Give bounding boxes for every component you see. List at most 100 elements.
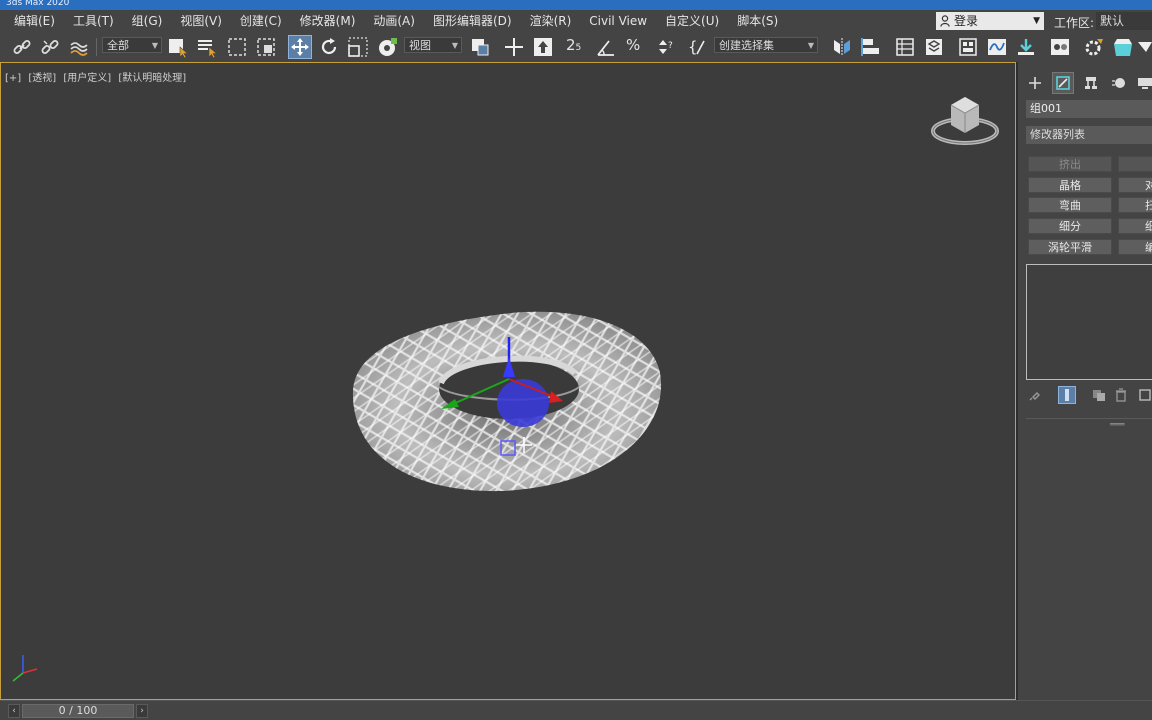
show-end-result-button[interactable] <box>1058 386 1076 404</box>
menu-animation[interactable]: 动画(A) <box>364 10 424 32</box>
display-icon <box>1138 78 1152 89</box>
modifier-button-turbosmooth[interactable]: 涡轮平滑 <box>1028 239 1112 255</box>
pivot-button[interactable] <box>468 35 492 59</box>
rotate-button[interactable] <box>317 35 341 59</box>
selection-filter-dropdown[interactable]: 全部 ▼ <box>102 37 162 53</box>
modifier-stack-list[interactable] <box>1026 264 1152 380</box>
login-dropdown[interactable]: 登录 ▼ <box>936 12 1044 30</box>
viewport-menu-plus[interactable]: [+] <box>5 73 21 84</box>
viewport-point-of-view[interactable]: [透视] <box>28 73 56 84</box>
tab-create[interactable] <box>1024 72 1046 94</box>
render-frame-button[interactable] <box>1111 35 1135 59</box>
title-bar: 3ds Max 2020 <box>0 0 1152 10</box>
modifier-button-lattice[interactable]: 晶格 <box>1028 177 1112 193</box>
menu-civil-view[interactable]: Civil View <box>580 10 656 32</box>
workspace-dropdown[interactable]: 默认 <box>1096 12 1152 30</box>
pin-stack-button[interactable] <box>1026 386 1044 404</box>
modifier-list-dropdown[interactable]: 修改器列表 <box>1026 126 1152 144</box>
selection-filter-value: 全部 <box>107 39 129 52</box>
tab-hierarchy[interactable] <box>1080 72 1102 94</box>
pivot-icon <box>472 39 489 56</box>
material-editor-button[interactable] <box>1048 35 1072 59</box>
configure-icon <box>1139 389 1151 401</box>
modifier-button-extrude[interactable]: 挤出 <box>1028 156 1112 172</box>
placement-button[interactable] <box>375 35 399 59</box>
tab-motion[interactable] <box>1108 72 1130 94</box>
layer-explorer-button[interactable] <box>922 35 946 59</box>
render-button[interactable] <box>1136 35 1152 59</box>
modifier-button-right-2[interactable]: 扫 <box>1118 197 1152 213</box>
remove-modifier-button[interactable] <box>1112 386 1130 404</box>
modifier-button-right-3[interactable]: 细 <box>1118 218 1152 234</box>
user-icon <box>940 15 950 27</box>
mirror-button[interactable] <box>830 35 854 59</box>
menu-graph-editors[interactable]: 图形编辑器(D) <box>424 10 521 32</box>
object-name-field[interactable]: 组001 <box>1026 100 1152 118</box>
modifier-button-bend[interactable]: 弯曲 <box>1028 197 1112 213</box>
hierarchy-icon <box>1085 77 1097 89</box>
login-label: 登录 <box>954 14 979 28</box>
render-setup-button[interactable] <box>1082 35 1106 59</box>
perspective-viewport[interactable]: [+] [透视] [用户定义] [默认明暗处理] <box>0 62 1016 700</box>
tab-display[interactable] <box>1134 72 1152 94</box>
menu-rendering[interactable]: 渲染(R) <box>521 10 581 32</box>
select-by-name-button[interactable] <box>195 35 219 59</box>
viewport-shading[interactable]: [默认明暗处理] <box>118 73 186 84</box>
tab-modify[interactable] <box>1052 72 1074 94</box>
time-slider-prev-button[interactable]: ‹ <box>8 704 20 718</box>
angle-snap-button[interactable] <box>594 35 618 59</box>
make-unique-button[interactable] <box>1090 386 1108 404</box>
workspace-label: 工作区: <box>1054 16 1095 30</box>
select-object-icon <box>169 39 189 58</box>
menu-modifiers[interactable]: 修改器(M) <box>291 10 365 32</box>
viewport-label: [+] [透视] [用户定义] [默认明暗处理] <box>5 69 190 84</box>
panel-grip-icon[interactable]: ═══ <box>1110 420 1124 429</box>
ribbon-button[interactable] <box>956 35 980 59</box>
percent-snap-button[interactable]: % <box>626 36 640 54</box>
render-frame-icon <box>1114 39 1132 56</box>
align-button[interactable] <box>859 35 883 59</box>
keyboard-shortcut-button[interactable] <box>531 35 555 59</box>
toolbar-separator <box>96 38 97 56</box>
link-button[interactable] <box>10 35 34 59</box>
viewcube[interactable] <box>929 91 1001 151</box>
time-slider[interactable]: 0 / 100 <box>22 704 134 718</box>
menu-customize[interactable]: 自定义(U) <box>656 10 728 32</box>
unlink-button[interactable] <box>38 35 62 59</box>
menu-create[interactable]: 创建(C) <box>231 10 291 32</box>
edit-named-sel-icon: { <box>688 38 705 56</box>
modify-icon <box>1056 76 1070 90</box>
named-selection-dropdown[interactable]: 创建选择集 ▼ <box>714 37 818 53</box>
menu-group[interactable]: 组(G) <box>123 10 172 32</box>
lattice-ring-object[interactable] <box>331 287 691 517</box>
configure-sets-button[interactable] <box>1136 386 1152 404</box>
window-crossing-button[interactable] <box>254 35 278 59</box>
schematic-view-button[interactable] <box>1014 35 1038 59</box>
scale-button[interactable] <box>346 35 370 59</box>
curve-editor-button[interactable] <box>985 35 1009 59</box>
modifier-button-right-0[interactable] <box>1118 156 1152 172</box>
move-icon <box>291 38 309 56</box>
time-slider-bar: ‹ 0 / 100 › <box>0 700 1152 720</box>
chevron-down-icon: ▼ <box>451 41 458 50</box>
menu-edit[interactable]: 编辑(E) <box>0 10 64 32</box>
rect-selection-button[interactable] <box>225 35 249 59</box>
select-object-button[interactable] <box>166 35 190 59</box>
modifier-button-right-4[interactable]: 编辑 <box>1118 239 1152 255</box>
reference-coordinate-dropdown[interactable]: 视图 ▼ <box>404 37 462 53</box>
menu-views[interactable]: 视图(V) <box>171 10 231 32</box>
edit-named-selection-button[interactable]: { <box>686 35 710 59</box>
bind-space-warp-button[interactable] <box>68 35 92 59</box>
snap-toggle-button[interactable]: 25 <box>566 36 581 54</box>
scene-explorer-button[interactable] <box>893 35 917 59</box>
menu-scripting[interactable]: 脚本(S) <box>728 10 787 32</box>
move-button[interactable] <box>288 35 312 59</box>
select-manipulate-button[interactable] <box>502 35 526 59</box>
modifier-button-subdivide[interactable]: 细分 <box>1028 218 1112 234</box>
trash-icon <box>1116 388 1126 402</box>
spinner-snap-button[interactable]: ? <box>652 35 676 59</box>
modifier-button-right-1[interactable]: 对 <box>1118 177 1152 193</box>
menu-tools[interactable]: 工具(T) <box>64 10 123 32</box>
viewport-user-defined[interactable]: [用户定义] <box>63 73 111 84</box>
time-slider-next-button[interactable]: › <box>136 704 148 718</box>
